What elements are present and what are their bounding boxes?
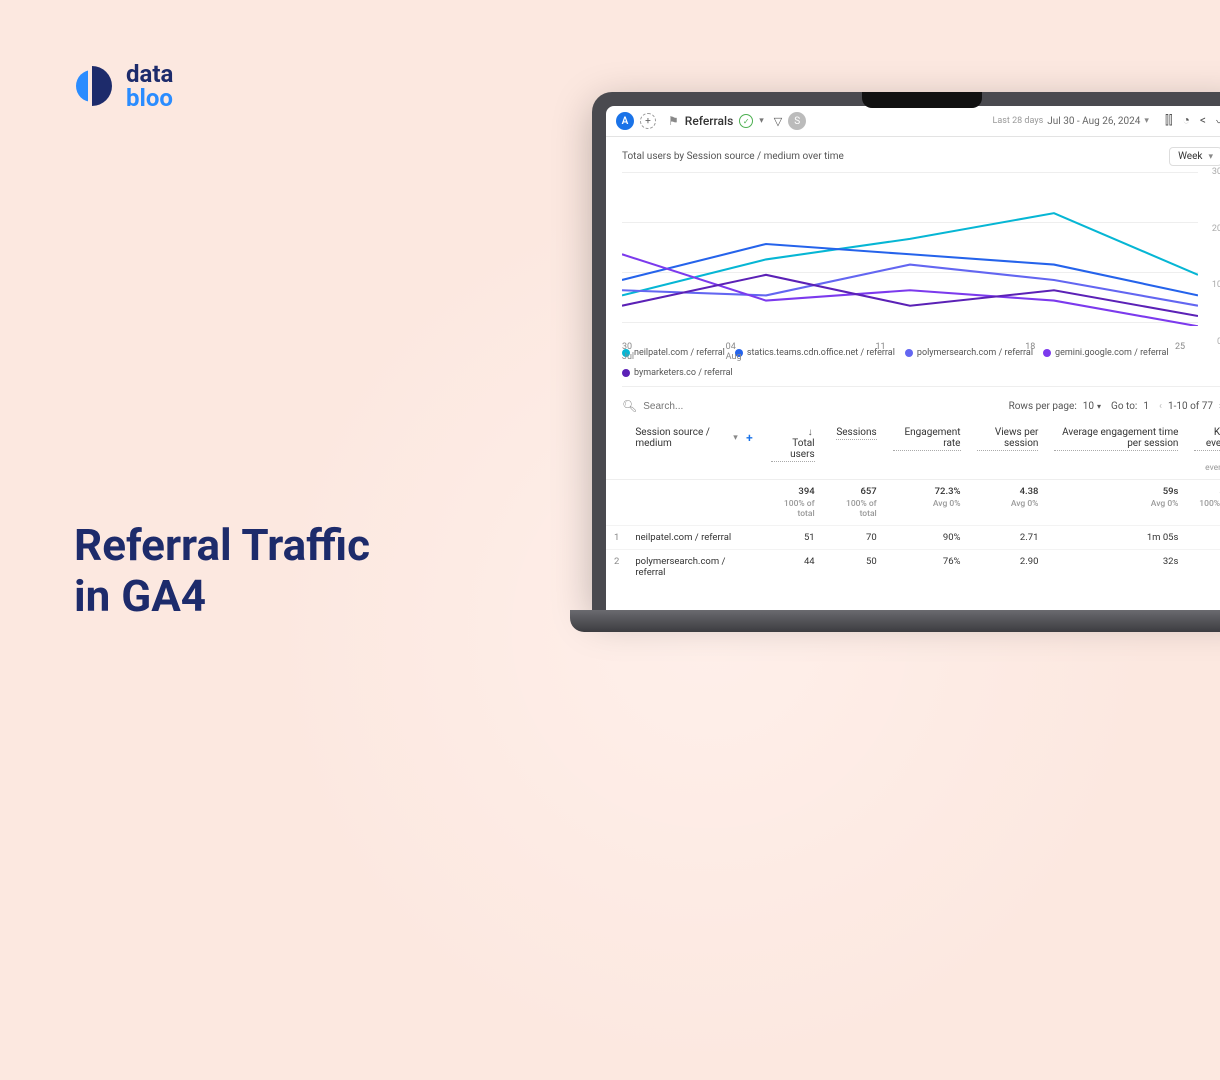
brand-logo: data bloo xyxy=(70,62,173,110)
report-toolbar: A + ⚑ Referrals ✓ ▾ ▽ S Last 28 days Jul… xyxy=(606,106,1220,137)
headline-line1: Referral Traffic xyxy=(74,520,370,571)
table-row[interactable]: 2 polymersearch.com / referral 44 50 76%… xyxy=(606,550,1220,585)
legend-label: gemini.google.com / referral xyxy=(1055,348,1169,358)
logo-text-data: data xyxy=(126,62,173,86)
legend-dot-icon xyxy=(1043,349,1051,357)
logo-mark xyxy=(70,64,114,108)
legend-item[interactable]: gemini.google.com / referral xyxy=(1043,348,1169,358)
chevron-down-icon: ▾ xyxy=(1144,116,1149,126)
x-tick: 11 xyxy=(875,342,885,352)
logo-text-bloo: bloo xyxy=(126,86,173,110)
x-tick: 18 xyxy=(1025,342,1035,352)
chevron-down-icon: ▾ xyxy=(733,433,738,443)
chevron-down-icon[interactable]: ▾ xyxy=(759,116,764,126)
y-tick: 30 xyxy=(1212,167,1220,177)
goto-value[interactable]: 1 xyxy=(1143,401,1149,412)
date-range-picker[interactable]: Last 28 days Jul 30 - Aug 26, 2024 ▾ xyxy=(993,116,1149,127)
legend-label: polymersearch.com / referral xyxy=(917,348,1033,358)
summary-row: 394100% of total 657100% of total 72.3%A… xyxy=(606,480,1220,526)
legend-label: neilpatel.com / referral xyxy=(634,348,725,358)
flag-icon: ⚑ xyxy=(668,114,679,128)
report-title: Referrals xyxy=(685,114,733,128)
legend-label: statics.teams.cdn.office.net / referral xyxy=(747,348,895,358)
audience-chip[interactable]: A xyxy=(616,112,634,130)
laptop-notch xyxy=(862,92,982,108)
share-icon[interactable]: < xyxy=(1200,113,1206,130)
legend-label: bymarketers.co / referral xyxy=(634,368,733,378)
customize-icon[interactable]: ⫿⫿ xyxy=(1165,113,1173,130)
col-total-users[interactable]: ↓Total users xyxy=(763,421,823,480)
legend-item[interactable]: statics.teams.cdn.office.net / referral xyxy=(735,348,895,358)
chevron-down-icon: ▾ xyxy=(1097,402,1101,411)
table-row[interactable]: 1 neilpatel.com / referral 51 70 90% 2.7… xyxy=(606,526,1220,550)
trend-icon[interactable]: 〰 xyxy=(1216,113,1220,130)
goto-label: Go to: xyxy=(1111,401,1137,412)
chart-title: Total users by Session source / medium o… xyxy=(622,151,844,162)
period-select[interactable]: Week ▾ xyxy=(1169,147,1220,166)
dimension-selector[interactable]: Session source / medium ▾ + xyxy=(635,427,755,449)
search-input[interactable] xyxy=(643,401,743,412)
search-icon: 🔍︎ xyxy=(622,399,637,413)
prev-page-button[interactable]: ‹ xyxy=(1159,401,1162,412)
x-tick: 30Jul xyxy=(622,342,634,362)
check-icon[interactable]: ✓ xyxy=(739,114,753,128)
y-tick: 20 xyxy=(1212,224,1220,234)
add-comparison-button[interactable]: + xyxy=(640,113,656,129)
legend-dot-icon xyxy=(905,349,913,357)
segment-chip[interactable]: S xyxy=(788,112,806,130)
x-tick: 04Aug xyxy=(726,342,742,362)
data-table: Session source / medium ▾ + ↓Total users… xyxy=(606,421,1220,584)
table-search[interactable]: 🔍︎ xyxy=(622,399,999,413)
page-range: 1-10 of 77 xyxy=(1168,401,1213,412)
col-key-event[interactable]: Key eventAll events xyxy=(1186,421,1220,480)
laptop-frame: A + ⚑ Referrals ✓ ▾ ▽ S Last 28 days Jul… xyxy=(570,92,1220,640)
x-tick: 25 xyxy=(1175,342,1185,352)
add-dimension-button[interactable]: + xyxy=(744,431,755,445)
rows-per-page-select[interactable]: 10 ▾ xyxy=(1083,401,1101,412)
table-controls: 🔍︎ Rows per page: 10 ▾ Go to: 1 ‹ 1-10 xyxy=(606,391,1220,421)
y-tick: 10 xyxy=(1212,280,1220,290)
col-sessions[interactable]: Sessions xyxy=(823,421,885,480)
legend-dot-icon xyxy=(622,369,630,377)
legend-item[interactable]: neilpatel.com / referral xyxy=(622,348,725,358)
legend-item[interactable]: bymarketers.co / referral xyxy=(622,368,733,378)
insights-icon[interactable]: ◔ xyxy=(1183,113,1190,130)
sort-desc-icon: ↓ xyxy=(808,427,813,438)
chart-legend: neilpatel.com / referral statics.teams.cd… xyxy=(622,348,1220,387)
col-engagement-rate[interactable]: Engagement rate xyxy=(885,421,969,480)
col-views-per-session[interactable]: Views per session xyxy=(969,421,1047,480)
ga4-screen: A + ⚑ Referrals ✓ ▾ ▽ S Last 28 days Jul… xyxy=(606,106,1220,610)
headline-line2: in GA4 xyxy=(74,571,370,622)
chevron-down-icon: ▾ xyxy=(1208,152,1213,162)
col-avg-engagement-time[interactable]: Average engagement time per session xyxy=(1046,421,1186,480)
filter-icon[interactable]: ▽ xyxy=(774,115,782,128)
line-chart: 30Jul04Aug111825 3020100 xyxy=(622,172,1220,342)
headline: Referral Traffic in GA4 xyxy=(74,520,370,621)
legend-item[interactable]: polymersearch.com / referral xyxy=(905,348,1033,358)
rows-per-page-label: Rows per page: xyxy=(1009,401,1077,412)
